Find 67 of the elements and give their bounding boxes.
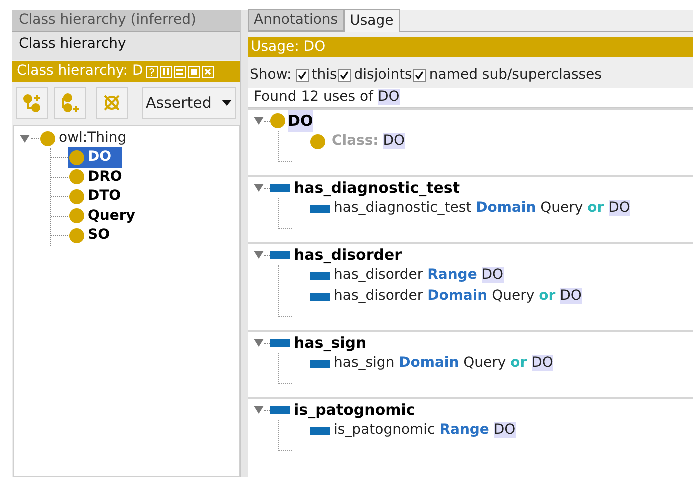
usage-entry: is_patognomic Range DO — [310, 420, 516, 441]
tree-item[interactable]: DTO — [68, 186, 132, 208]
usage-group-title: is_patognomic — [294, 400, 416, 421]
dropdown-value: Asserted — [146, 92, 212, 114]
help-icon[interactable] — [146, 66, 158, 78]
class-icon — [69, 228, 85, 244]
class-icon — [69, 208, 85, 224]
panel-tab[interactable]: Usage — [344, 9, 400, 32]
delete-icon — [102, 93, 122, 113]
property-icon — [270, 250, 290, 260]
view-header-title: Usage: DO — [251, 38, 326, 56]
checkbox-label: named sub/superclasses — [429, 66, 602, 85]
add-subclass-icon — [22, 93, 42, 113]
close-icon[interactable] — [202, 66, 214, 78]
class-icon — [69, 169, 85, 186]
usage-entry: has_disorder Range DO — [310, 265, 582, 286]
tree-item[interactable]: owl:Thing — [59, 128, 127, 149]
split-horizontal-icon[interactable] — [174, 66, 186, 78]
usage-group-title: has_sign — [294, 332, 367, 354]
property-icon — [270, 338, 290, 348]
checkbox-label: this — [312, 66, 338, 85]
property-icon — [310, 292, 330, 302]
tree-connector-line — [278, 198, 292, 229]
caret-icon — [222, 100, 232, 106]
usage-group-title: has_diagnostic_test — [294, 178, 460, 199]
checkbox[interactable] — [413, 69, 426, 82]
panel-tab[interactable]: Annotations — [248, 9, 344, 31]
class-icon — [310, 134, 326, 150]
property-icon — [270, 405, 290, 415]
maximize-icon[interactable] — [188, 66, 200, 78]
usage-entry: has_sign Domain Query or DO — [310, 353, 554, 374]
class-icon — [69, 188, 85, 205]
delete-class-button[interactable] — [96, 87, 128, 119]
tree-item[interactable]: Query — [68, 206, 146, 227]
view-header-title: Class hierarchy: D — [17, 62, 144, 81]
property-icon — [270, 183, 290, 193]
tree-item[interactable]: DRO — [68, 166, 132, 188]
panel-tab[interactable]: Class hierarchy — [12, 32, 240, 60]
panel-tab[interactable]: Class hierarchy (inferred) — [12, 10, 240, 32]
class-icon — [69, 150, 85, 166]
property-icon — [310, 270, 330, 280]
class-icon — [270, 113, 286, 129]
checkbox[interactable] — [296, 69, 309, 82]
tree-item[interactable]: SO — [68, 225, 120, 246]
tree-connector-line — [278, 420, 292, 451]
usage-group-title: has_disorder — [294, 244, 402, 266]
dropdown[interactable]: Asserted — [142, 87, 236, 119]
tree-connector-line — [278, 353, 292, 384]
property-icon — [310, 426, 330, 436]
checkbox-label: disjoints — [354, 66, 412, 85]
tree-connector-line — [278, 131, 292, 162]
show-label: Show: — [250, 66, 292, 85]
tree-item[interactable]: DO — [68, 147, 122, 168]
found-count-text: Found 12 uses of DO — [254, 88, 400, 107]
tree-connector-line — [278, 265, 292, 317]
property-icon — [310, 358, 330, 368]
usage-entry: has_diagnostic_test Domain Query or DO — [310, 198, 630, 219]
usage-entry: Class: DO — [310, 131, 406, 152]
add-subclass-button[interactable] — [16, 87, 48, 119]
usage-entry: has_disorder Domain Query or DO — [310, 286, 582, 307]
split-vertical-icon[interactable] — [160, 66, 172, 78]
property-icon — [310, 204, 330, 214]
checkbox[interactable] — [338, 69, 352, 82]
add-sibling-icon — [60, 93, 80, 113]
add-sibling-button[interactable] — [54, 87, 86, 119]
class-icon — [40, 130, 56, 146]
usage-group-title: DO — [288, 110, 314, 132]
